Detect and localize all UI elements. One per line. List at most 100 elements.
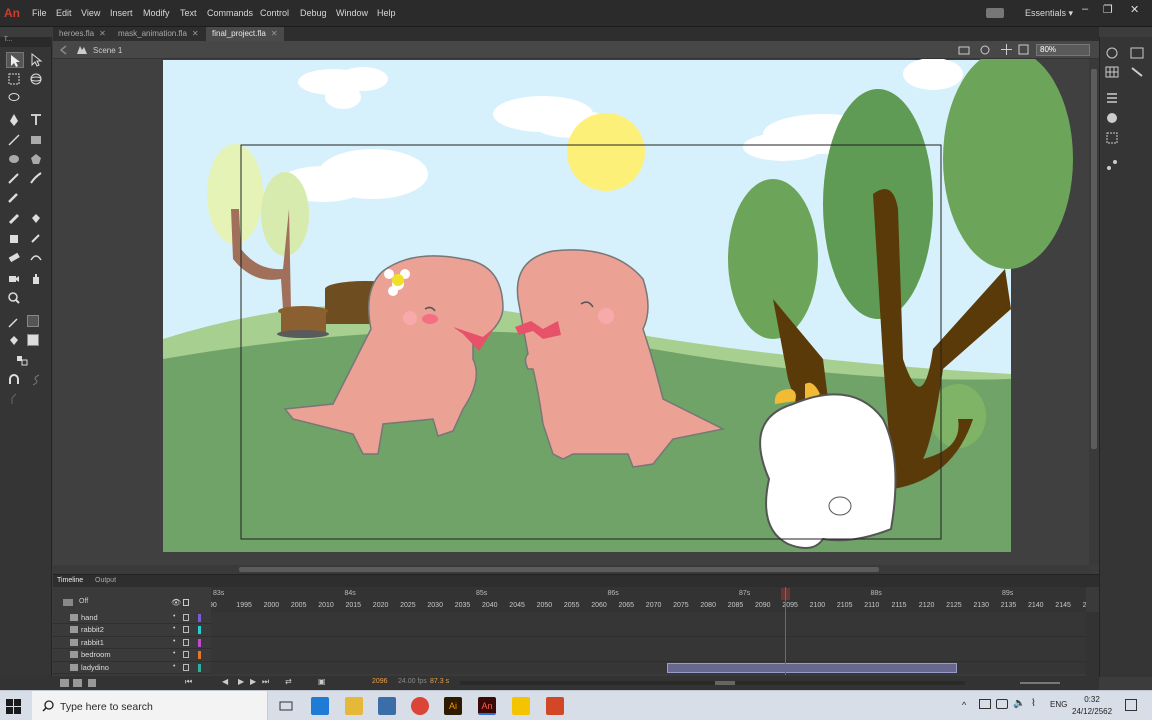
step-forward-icon[interactable]: ▶ bbox=[250, 677, 256, 686]
layer-outline-color[interactable] bbox=[198, 638, 201, 647]
last-frame-icon[interactable]: ⏭ bbox=[262, 677, 269, 687]
text-tool-icon[interactable] bbox=[28, 112, 46, 128]
tray-chevron-icon[interactable]: ^ bbox=[962, 700, 966, 710]
stage-vertical-scrollbar[interactable] bbox=[1089, 59, 1099, 565]
doc-tab-final-project[interactable]: final_project.fla ✕ bbox=[206, 27, 284, 41]
layer-row[interactable]: bedroom • bbox=[53, 649, 1086, 662]
layer-frames[interactable] bbox=[211, 661, 1086, 674]
tab-timeline[interactable]: Timeline bbox=[53, 575, 87, 587]
scroll-thumb[interactable] bbox=[715, 681, 735, 685]
pen-tool-icon[interactable] bbox=[6, 112, 24, 128]
subselection-tool-icon[interactable] bbox=[28, 52, 46, 68]
timeline-horizontal-scrollbar[interactable] bbox=[460, 681, 965, 685]
scroll-thumb[interactable] bbox=[1091, 69, 1097, 449]
camera-tool-icon[interactable] bbox=[6, 271, 24, 287]
layer-frames[interactable] bbox=[211, 624, 1086, 637]
center-stage-icon[interactable] bbox=[1001, 44, 1012, 55]
scroll-thumb[interactable] bbox=[239, 567, 879, 572]
layer-outline-color[interactable] bbox=[198, 626, 201, 635]
layer-name[interactable]: rabbit2 bbox=[81, 625, 104, 634]
transform-icon[interactable] bbox=[1105, 132, 1119, 144]
layer-frames[interactable] bbox=[211, 636, 1086, 649]
snap-to-objects-icon[interactable] bbox=[6, 372, 24, 388]
battery-icon[interactable] bbox=[996, 699, 1008, 709]
close-tab-icon[interactable]: ✕ bbox=[192, 29, 199, 38]
layer-row[interactable]: hand • bbox=[53, 612, 1086, 625]
layer-name[interactable]: rabbit1 bbox=[81, 638, 104, 647]
new-layer-icon[interactable] bbox=[60, 679, 69, 687]
animate-taskbar-icon[interactable]: An bbox=[478, 697, 496, 715]
eraser-tool-icon[interactable] bbox=[6, 249, 24, 265]
stage-horizontal-scrollbar[interactable] bbox=[53, 565, 1089, 574]
visibility-dot[interactable]: • bbox=[173, 625, 175, 632]
straighten-icon[interactable] bbox=[6, 391, 24, 407]
close-button[interactable]: ✕ bbox=[1130, 3, 1139, 16]
library-icon[interactable] bbox=[1105, 47, 1119, 59]
stage-align-icon[interactable] bbox=[958, 44, 970, 55]
motion-presets-icon[interactable] bbox=[1130, 66, 1144, 78]
layer-lock-icon[interactable] bbox=[183, 614, 189, 621]
taskbar-clock[interactable]: 0:32 24/12/2562 bbox=[1072, 694, 1112, 718]
timeline-ruler[interactable]: 83s 84s 85s 86s 87s 88s 89s 90 1995 2000 2005 2010 2… bbox=[211, 587, 1086, 612]
doc-tab-mask-animation[interactable]: mask_animation.fla ✕ bbox=[112, 27, 205, 41]
layer-frames[interactable] bbox=[211, 612, 1086, 624]
info-icon[interactable] bbox=[1105, 112, 1119, 124]
lock-icon[interactable] bbox=[183, 599, 189, 606]
wifi-icon[interactable]: ⌇ bbox=[1031, 698, 1036, 709]
grid-panel-icon[interactable] bbox=[1105, 66, 1119, 78]
timeline-vertical-scrollbar[interactable] bbox=[1086, 612, 1099, 676]
step-back-icon[interactable]: ◀ bbox=[222, 677, 228, 686]
minimize-button[interactable]: – bbox=[1082, 3, 1088, 15]
layer-lock-icon[interactable] bbox=[183, 638, 189, 646]
eyedropper-tool-icon[interactable] bbox=[28, 230, 46, 246]
layer-row[interactable]: ladydino • bbox=[53, 661, 1086, 674]
motion-tween-span[interactable] bbox=[667, 662, 957, 673]
components-icon[interactable] bbox=[1105, 159, 1119, 171]
menu-debug[interactable]: Debug bbox=[300, 8, 327, 18]
visibility-dot[interactable]: • bbox=[173, 650, 175, 657]
close-tab-icon[interactable]: ✕ bbox=[271, 29, 278, 38]
onion-skin-icon[interactable]: ▣ bbox=[318, 677, 326, 686]
line-tool-icon[interactable] bbox=[6, 132, 24, 148]
pencil-tool-icon[interactable] bbox=[6, 170, 24, 186]
task-view-icon[interactable] bbox=[277, 697, 295, 715]
layer-name[interactable]: bedroom bbox=[81, 650, 111, 659]
file-explorer-icon[interactable] bbox=[345, 697, 363, 715]
zoom-select[interactable]: 80% bbox=[1036, 44, 1090, 56]
menu-insert[interactable]: Insert bbox=[110, 8, 133, 18]
zoom-tool-icon[interactable] bbox=[6, 290, 24, 306]
clip-content-icon[interactable] bbox=[1018, 44, 1029, 55]
chrome-icon[interactable] bbox=[411, 697, 429, 715]
layer-lock-icon[interactable] bbox=[183, 651, 189, 659]
layer-lock-icon[interactable] bbox=[183, 626, 189, 634]
layer-outline-color[interactable] bbox=[198, 651, 201, 660]
properties-icon[interactable] bbox=[1130, 47, 1144, 59]
taskbar-search[interactable]: Type here to search bbox=[32, 691, 268, 720]
menu-commands[interactable]: Commands bbox=[207, 8, 253, 18]
bone-tool-icon[interactable] bbox=[6, 211, 24, 227]
rectangle-tool-icon[interactable] bbox=[28, 132, 46, 148]
notification-center-icon[interactable] bbox=[1125, 699, 1137, 711]
visibility-dot[interactable]: • bbox=[173, 638, 175, 645]
paint-brush-tool-icon[interactable] bbox=[28, 170, 46, 186]
playhead[interactable] bbox=[785, 587, 786, 675]
paint-bucket-tool-icon[interactable] bbox=[28, 211, 46, 227]
3d-rotation-tool-icon[interactable] bbox=[28, 71, 46, 87]
ink-bottle-tool-icon[interactable] bbox=[6, 230, 24, 246]
visibility-dot[interactable]: • bbox=[173, 613, 175, 620]
width-tool-icon[interactable] bbox=[28, 249, 46, 265]
stroke-color-swatch[interactable] bbox=[27, 315, 39, 327]
brush-tool-icon[interactable] bbox=[6, 189, 24, 205]
volume-icon[interactable]: 🔈 bbox=[1013, 698, 1025, 709]
menu-text[interactable]: Text bbox=[180, 8, 197, 18]
hand-tool-icon[interactable] bbox=[28, 271, 46, 287]
layer-outline-color[interactable] bbox=[198, 614, 201, 622]
scene-label[interactable]: Scene 1 bbox=[93, 46, 122, 55]
layer-name[interactable]: ladydino bbox=[81, 663, 109, 672]
layer-frames[interactable] bbox=[211, 649, 1086, 662]
free-transform-tool-icon[interactable] bbox=[6, 71, 24, 87]
back-arrow-icon[interactable] bbox=[59, 45, 69, 55]
timeline-zoom-slider[interactable] bbox=[1020, 682, 1060, 684]
onion-skin-label[interactable]: Off bbox=[79, 598, 88, 605]
menu-file[interactable]: File bbox=[32, 8, 47, 18]
